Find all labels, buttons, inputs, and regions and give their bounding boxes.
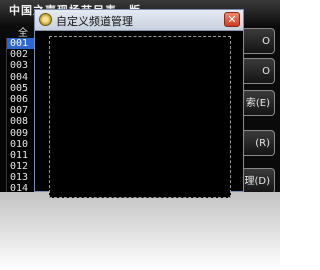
channel-number: 003 — [10, 60, 29, 72]
channel-number: 013 — [10, 172, 29, 184]
channel-number: 002 — [10, 49, 29, 61]
channel-number: 008 — [10, 116, 29, 128]
channel-number: 007 — [10, 105, 29, 117]
channel-number: 012 — [10, 161, 29, 173]
channel-number: 011 — [10, 149, 29, 161]
dialog-body — [35, 31, 243, 198]
channel-number: 009 — [10, 127, 29, 139]
custom-channel-dialog: 自定义频道管理 ✕ — [34, 9, 244, 198]
dialog-titlebar[interactable]: 自定义频道管理 ✕ — [35, 10, 243, 31]
channel-number: 006 — [10, 93, 29, 105]
screenshot: 中国之声现场节目表—版 全 001 C002 C003 C004 C005 C0… — [0, 0, 280, 270]
channel-number: 010 — [10, 138, 29, 150]
channel-listbox[interactable] — [49, 36, 231, 198]
channel-number: 001 — [10, 38, 29, 49]
channel-number: 004 — [10, 71, 29, 83]
channel-number: 005 — [10, 82, 29, 94]
close-button[interactable]: ✕ — [224, 12, 240, 27]
channel-number: 014 — [10, 183, 29, 192]
dialog-title: 自定义频道管理 — [56, 15, 133, 28]
window-reflection — [0, 192, 280, 270]
settings-gear-icon — [39, 13, 52, 26]
main-subheader-label: 全 — [18, 28, 28, 39]
